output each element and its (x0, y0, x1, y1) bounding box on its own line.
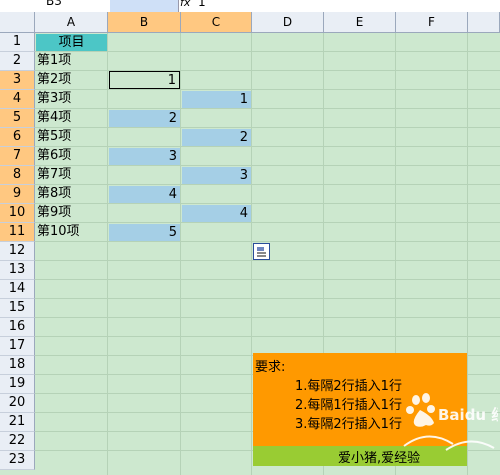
grid-line (35, 279, 500, 280)
column-header-b[interactable]: B (108, 12, 181, 33)
note-footer: 爱小猪,爱经验 (253, 446, 467, 466)
name-box[interactable]: B3 (0, 0, 111, 12)
cell-a8[interactable]: 第7项 (35, 166, 108, 185)
grid-line (467, 33, 468, 475)
cell-a1[interactable]: 项目 (36, 34, 107, 51)
row-header-15[interactable]: 15 (0, 299, 35, 318)
note-line-3: 3.每隔2行插入1行 (295, 417, 402, 432)
row-header-12[interactable]: 12 (0, 242, 35, 261)
row-header-23[interactable]: 23 (0, 451, 35, 470)
cell-c4[interactable]: 1 (182, 91, 251, 108)
column-header-a[interactable]: A (35, 12, 108, 33)
cell-b5[interactable]: 2 (109, 110, 180, 127)
note-footer-text: 爱小猪,爱经验 (338, 451, 421, 466)
cell-a4[interactable]: 第3项 (35, 90, 108, 109)
cell-b11[interactable]: 5 (109, 224, 180, 241)
column-header-f[interactable]: F (396, 12, 468, 33)
cell-a7[interactable]: 第6项 (35, 147, 108, 166)
cell-a11[interactable]: 第10项 (35, 223, 108, 242)
cell-a6[interactable]: 第5项 (35, 128, 108, 147)
paste-options-icon[interactable] (253, 243, 270, 260)
cell-a3[interactable]: 第2项 (35, 71, 108, 90)
row-header-6[interactable]: 6 (0, 128, 35, 147)
note-title: 要求: (255, 360, 286, 375)
row-header-8[interactable]: 8 (0, 166, 35, 185)
row-header-19[interactable]: 19 (0, 375, 35, 394)
row-header-2[interactable]: 2 (0, 52, 35, 71)
row-header-11[interactable]: 11 (0, 223, 35, 242)
row-header-5[interactable]: 5 (0, 109, 35, 128)
row-header-21[interactable]: 21 (0, 413, 35, 432)
row-header-16[interactable]: 16 (0, 318, 35, 337)
grid-line (35, 260, 500, 261)
cell-a5[interactable]: 第4项 (35, 109, 108, 128)
grid-line (35, 336, 500, 337)
fx-icon[interactable]: fx (180, 0, 190, 9)
row-header-18[interactable]: 18 (0, 356, 35, 375)
note-line-1: 1.每隔2行插入1行 (295, 379, 402, 394)
cell-a2[interactable]: 第1项 (35, 52, 108, 71)
grid-line (251, 33, 252, 475)
column-header-e[interactable]: E (324, 12, 396, 33)
row-header-1[interactable]: 1 (0, 33, 35, 52)
cell-c10[interactable]: 4 (182, 205, 251, 222)
grid-line (35, 317, 500, 318)
row-header-10[interactable]: 10 (0, 204, 35, 223)
cell-a9[interactable]: 第8项 (35, 185, 108, 204)
name-box-dropdown[interactable] (110, 0, 179, 12)
row-header-9[interactable]: 9 (0, 185, 35, 204)
note-line-2: 2.每隔1行插入1行 (295, 398, 402, 413)
requirements-note: 要求: 1.每隔2行插入1行 2.每隔1行插入1行 3.每隔2行插入1行 (253, 353, 467, 446)
row-header-20[interactable]: 20 (0, 394, 35, 413)
row-header-14[interactable]: 14 (0, 280, 35, 299)
row-header-17[interactable]: 17 (0, 337, 35, 356)
formula-input[interactable]: 1 (198, 0, 206, 9)
row-header-13[interactable]: 13 (0, 261, 35, 280)
cell-c8[interactable]: 3 (182, 167, 251, 184)
row-header-4[interactable]: 4 (0, 90, 35, 109)
row-header-22[interactable]: 22 (0, 432, 35, 451)
cell-b3-active[interactable]: 1 (109, 71, 180, 89)
cell-a10[interactable]: 第9项 (35, 204, 108, 223)
cell-b7[interactable]: 3 (109, 148, 180, 165)
grid-line (35, 298, 500, 299)
column-header-c[interactable]: C (181, 12, 252, 33)
cell-c6[interactable]: 2 (182, 129, 251, 146)
cell-b9[interactable]: 4 (109, 186, 180, 203)
name-box-value: B3 (46, 0, 62, 8)
select-all-corner[interactable] (0, 12, 35, 33)
column-header-d[interactable]: D (252, 12, 324, 33)
row-header-7[interactable]: 7 (0, 147, 35, 166)
grid-line (180, 33, 181, 475)
row-header-3[interactable]: 3 (0, 71, 35, 90)
column-header-g[interactable] (468, 12, 500, 33)
